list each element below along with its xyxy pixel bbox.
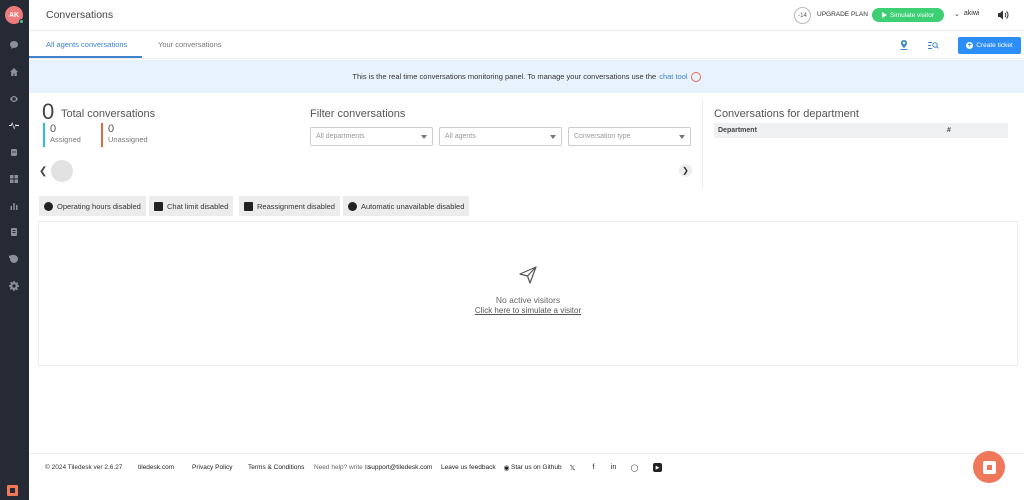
department-table-header: Department # — [714, 123, 1008, 138]
chat-tool-icon — [690, 71, 701, 82]
history-icon[interactable] — [7, 252, 21, 266]
footer: © 2024 Tiledesk ver 2.6.27 tiledesk.com … — [29, 453, 1024, 483]
filter-title: Filter conversations — [310, 108, 406, 120]
info-banner: This is the real time conversations moni… — [29, 60, 1024, 93]
sidebar: AK — [0, 0, 29, 500]
settings-gear-icon[interactable] — [7, 279, 21, 293]
online-status-dot — [19, 19, 24, 24]
unassigned-count: 0 — [108, 123, 115, 135]
eye-icon[interactable] — [7, 92, 21, 106]
play-icon — [881, 12, 887, 18]
chat-widget-icon — [982, 460, 996, 474]
agents-select-value: All agents — [445, 133, 476, 140]
assigned-count: 0 — [50, 123, 57, 135]
departments-select-value: All departments — [316, 133, 365, 140]
contacts-icon[interactable] — [7, 225, 21, 239]
x-icon[interactable]: 𝕏 — [568, 463, 577, 472]
caret-down-icon — [421, 135, 427, 139]
trial-days-badge[interactable]: -14 — [794, 7, 811, 24]
support-email-link[interactable]: support@tiledesk.com — [368, 464, 432, 471]
unassigned-label: Unassigned — [108, 135, 148, 144]
tabs-bar: All agents conversations Your conversati… — [29, 31, 1024, 59]
copyright-text: © 2024 Tiledesk ver 2.6.27 — [45, 464, 123, 471]
chevron-left-icon[interactable]: ❮ — [39, 166, 49, 177]
home-icon[interactable] — [7, 65, 21, 79]
assigned-stat: 0 Assigned — [43, 123, 81, 147]
privacy-policy-link[interactable]: Privacy Policy — [192, 464, 232, 471]
no-active-visitors-text: No active visitors — [495, 295, 561, 305]
user-menu[interactable]: ⌄ akiwi — [954, 10, 979, 18]
assigned-label: Assigned — [50, 135, 81, 144]
person-off-icon — [348, 201, 357, 211]
conversation-type-select-value: Conversation type — [574, 133, 631, 140]
conversation-type-select[interactable]: Conversation type — [568, 127, 691, 146]
total-conversations-count: 0 — [42, 99, 55, 124]
facebook-icon[interactable]: f — [589, 463, 598, 472]
chevron-right-icon[interactable]: ❯ — [679, 164, 692, 177]
banner-text: This is the real time conversations moni… — [352, 72, 657, 81]
visitors-panel — [38, 221, 1018, 366]
reassignment-label: Reassignment disabled — [257, 201, 335, 211]
total-conversations-label: Total conversations — [61, 108, 156, 120]
unassigned-stat: 0 Unassigned — [101, 123, 148, 147]
github-icon: ◉ — [503, 464, 510, 472]
monitor-pulse-icon[interactable] — [7, 118, 21, 132]
chat-widget-button[interactable] — [973, 451, 1005, 483]
operating-hours-badge: Operating hours disabled — [39, 196, 146, 216]
departments-select[interactable]: All departments — [310, 127, 433, 146]
chat-limit-label: Chat limit disabled — [167, 201, 229, 211]
section-divider — [702, 100, 703, 188]
instagram-icon[interactable]: ◯ — [630, 463, 639, 472]
help-prefix-text: Need help? write to — [314, 464, 371, 471]
chat-limit-badge: Chat limit disabled — [149, 196, 234, 216]
feedback-link[interactable]: Leave us feedback — [441, 464, 496, 471]
operating-hours-label: Operating hours disabled — [57, 201, 141, 211]
speaker-icon[interactable] — [997, 9, 1009, 21]
chat-limit-icon — [154, 201, 163, 211]
simulate-visitor-link[interactable]: Click here to simulate a visitor — [0, 306, 1024, 315]
user-name: akiwi — [963, 10, 980, 17]
chevron-down-icon: ⌄ — [954, 11, 960, 18]
plus-icon: + — [966, 42, 974, 49]
apps-grid-icon[interactable] — [7, 172, 21, 186]
tab-your-conversations[interactable]: Your conversations — [158, 40, 222, 49]
upgrade-plan-link[interactable]: UPGRADE PLAN — [817, 11, 868, 18]
chat-tool-link[interactable]: chat tool — [659, 72, 687, 81]
tiledesk-logo — [7, 485, 18, 496]
youtube-icon[interactable]: ▶ — [653, 463, 662, 472]
terms-link[interactable]: Terms & Conditions — [248, 464, 304, 471]
paper-plane-icon — [519, 266, 537, 284]
agent-avatar-placeholder — [51, 160, 73, 182]
create-ticket-label: Create ticket — [976, 42, 1013, 49]
agents-select[interactable]: All agents — [439, 127, 562, 146]
tiledesk-site-link[interactable]: tiledesk.com — [138, 464, 174, 471]
auto-unavailable-badge: Automatic unavailable disabled — [343, 196, 470, 216]
github-star-link[interactable]: Star us on Github — [511, 464, 562, 471]
caret-down-icon — [679, 135, 685, 139]
department-column-header: Department — [718, 127, 757, 134]
caret-down-icon — [550, 135, 556, 139]
auto-unavailable-label: Automatic unavailable disabled — [361, 201, 465, 211]
create-ticket-button[interactable]: + Create ticket — [958, 37, 1021, 54]
top-bar: Conversations -14 UPGRADE PLAN Simulate … — [29, 0, 1024, 31]
tab-all-agents[interactable]: All agents conversations — [46, 40, 127, 49]
linkedin-icon[interactable]: in — [609, 463, 618, 472]
simulate-visitor-button[interactable]: Simulate visitor — [872, 8, 944, 22]
chat-bubble-icon[interactable] — [7, 38, 21, 52]
avatar-initials: AK — [8, 11, 20, 19]
clock-icon — [44, 201, 53, 211]
department-title: Conversations for department — [714, 108, 859, 120]
reassignment-badge: Reassignment disabled — [239, 196, 340, 216]
avatar[interactable]: AK — [5, 6, 24, 24]
reassignment-icon — [244, 201, 253, 211]
active-tab-underline — [29, 56, 142, 58]
simulate-visitor-label: Simulate visitor — [889, 11, 935, 19]
location-pin-icon[interactable] — [898, 39, 910, 51]
bot-icon[interactable] — [7, 145, 21, 159]
analytics-bar-icon[interactable] — [7, 199, 21, 213]
page-title: Conversations — [46, 9, 114, 21]
count-column-header: # — [947, 127, 951, 134]
search-list-icon[interactable] — [927, 39, 939, 51]
